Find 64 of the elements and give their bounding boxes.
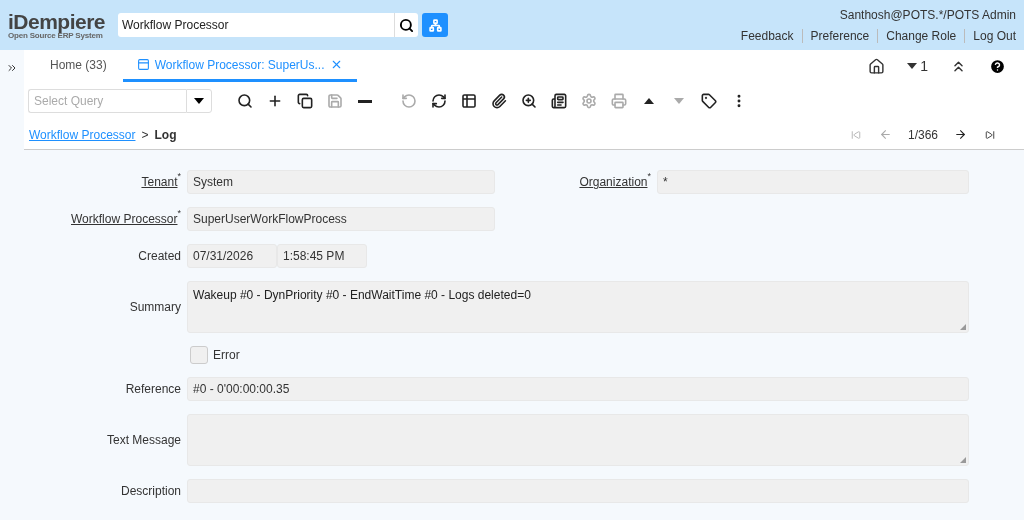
gear-icon: [581, 93, 597, 109]
required-mark: *: [647, 171, 651, 181]
resize-grip-icon[interactable]: [960, 324, 966, 330]
field-label[interactable]: Tenant: [141, 175, 178, 189]
header-link[interactable]: Feedback: [732, 28, 802, 43]
field-label: Text Message: [106, 433, 181, 447]
field-label: Created: [138, 249, 181, 263]
home-icon[interactable]: [868, 57, 886, 75]
text-field[interactable]: #0 - 0'00:00:00.35: [187, 377, 969, 401]
caret-down-icon: [194, 98, 204, 104]
tag-icon: [701, 93, 717, 109]
search-icon: [399, 17, 414, 33]
window-tab[interactable]: Home (33): [34, 50, 123, 82]
date-field[interactable]: 07/31/2026: [187, 244, 277, 268]
resize-grip-icon[interactable]: [960, 457, 966, 463]
record-counter: 1/366: [907, 127, 938, 142]
skip-forward-icon: [985, 129, 995, 140]
text-field[interactable]: *: [657, 170, 969, 194]
search-field[interactable]: Workflow Processor: [118, 13, 394, 37]
checkbox[interactable]: [190, 346, 208, 364]
arrow-left-icon: [879, 128, 893, 141]
field-label: Description: [120, 484, 181, 498]
time-field[interactable]: 1:58:45 PM: [277, 244, 367, 268]
skip-back-icon: [850, 129, 861, 140]
field-label[interactable]: Organization: [579, 175, 648, 189]
checkbox-label: Error: [213, 348, 240, 362]
text-field[interactable]: SuperUserWorkFlowProcess: [187, 207, 495, 231]
caret-up-icon: [644, 98, 654, 104]
header-link[interactable]: Change Role: [877, 28, 965, 43]
window-icon: [136, 58, 150, 71]
user-role: Santhosh@POTS.*/POTS Admin: [839, 7, 1016, 22]
copy-icon: [297, 93, 313, 109]
field-label: Reference: [125, 382, 181, 396]
refresh-icon: [431, 93, 447, 109]
logo: iDempiere: [8, 10, 107, 32]
paperclip-icon: [491, 93, 507, 109]
field-label[interactable]: Workflow Processor: [71, 212, 178, 226]
newspaper-icon: [551, 93, 567, 109]
plus-icon: [267, 93, 283, 109]
header-link[interactable]: Preference: [801, 28, 878, 43]
text-area[interactable]: Wakeup #0 - DynPriority #0 - EndWaitTime #0 - Logs deleted=0: [187, 281, 969, 333]
undo-icon: [401, 93, 417, 109]
query-field[interactable]: Select Query: [28, 89, 186, 113]
text-field[interactable]: System: [187, 170, 495, 194]
zoom-in-icon: [521, 93, 537, 109]
hierarchy-icon: [428, 18, 442, 32]
caret-down-icon: [674, 98, 684, 104]
header-link[interactable]: Log Out: [964, 28, 1016, 43]
expand-icon[interactable]: [6, 62, 18, 74]
help-icon[interactable]: [989, 57, 1006, 75]
search-button[interactable]: [394, 13, 418, 37]
caret-down-icon: [907, 63, 918, 69]
dropdown-button[interactable]: [186, 89, 212, 113]
breadcrumb-current: Log: [154, 127, 177, 142]
arrow-right-icon: [953, 128, 967, 141]
open-windows-count[interactable]: 1: [907, 58, 928, 74]
minus-icon: [358, 99, 372, 103]
search-icon: [237, 93, 253, 109]
required-mark: *: [177, 171, 181, 181]
printer-icon: [611, 93, 627, 109]
breadcrumb-separator: >: [141, 127, 149, 142]
required-mark: *: [177, 208, 181, 218]
field-label: Summary: [129, 300, 181, 314]
table-icon: [461, 93, 477, 109]
